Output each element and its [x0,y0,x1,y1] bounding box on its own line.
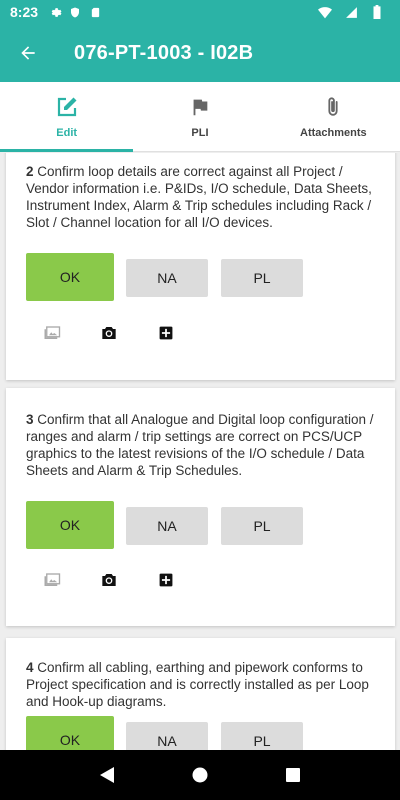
tab-edit-label: Edit [56,126,78,139]
status-bar: 8:23 [0,0,400,24]
settings-gear-icon [48,5,62,19]
nav-back-button[interactable] [92,760,122,790]
shield-icon [68,5,82,19]
camera-icon[interactable] [99,323,119,343]
gallery-icon[interactable] [42,570,62,590]
tab-attachments[interactable]: Attachments [267,82,400,151]
pl-button[interactable]: PL [221,722,303,750]
checklist-item-number: 4 [26,660,34,675]
add-note-icon[interactable] [156,323,176,343]
tab-pli[interactable]: PLI [133,82,266,151]
checklist-scroll[interactable]: 2 Confirm loop details are correct again… [0,153,400,750]
circle-home-icon [192,767,208,783]
wifi-icon [318,5,332,19]
tab-edit[interactable]: Edit [0,82,134,152]
ok-button[interactable]: OK [26,253,114,301]
checklist-item: 3 Confirm that all Analogue and Digital … [6,388,395,626]
ok-button[interactable]: OK [26,501,114,549]
pl-button[interactable]: PL [221,507,303,545]
triangle-back-icon [99,767,114,783]
na-button[interactable]: NA [126,722,208,750]
checklist-item-number: 3 [26,412,34,427]
gallery-icon[interactable] [42,323,62,343]
status-time: 8:23 [10,4,39,20]
nav-recents-button[interactable] [278,760,308,790]
checklist-item-description: Confirm that all Analogue and Digital lo… [26,412,374,478]
checklist-item-text: 3 Confirm that all Analogue and Digital … [26,411,377,479]
checklist-item: 2 Confirm loop details are correct again… [6,153,395,380]
camera-icon[interactable] [99,570,119,590]
app-bar: 076-PT-1003 - I02B [0,24,400,82]
arrow-back-icon [21,46,35,60]
tab-attachments-label: Attachments [300,126,367,139]
add-note-icon[interactable] [156,570,176,590]
back-button[interactable] [0,24,56,82]
paperclip-icon [328,96,338,116]
pl-button[interactable]: PL [221,259,303,297]
page-title: 076-PT-1003 - I02B [74,41,254,64]
signal-icon [344,5,358,19]
checklist-item-text: 4 Confirm all cabling, earthing and pipe… [26,659,377,710]
checklist-item-text: 2 Confirm loop details are correct again… [26,163,377,231]
na-button[interactable]: NA [126,507,208,545]
edit-icon [57,97,77,116]
sd-card-icon [88,5,102,19]
na-button[interactable]: NA [126,259,208,297]
checklist-item: 4 Confirm all cabling, earthing and pipe… [6,638,395,750]
checklist-item-number: 2 [26,164,34,179]
tab-bar: Edit PLI Attachments [0,82,400,152]
flag-icon [193,99,208,115]
square-recents-icon [286,768,301,782]
checklist-item-description: Confirm loop details are correct against… [26,164,372,230]
ok-button[interactable]: OK [26,716,114,750]
battery-icon [370,5,384,19]
checklist-item-description: Confirm all cabling, earthing and pipewo… [26,660,369,709]
nav-home-button[interactable] [185,760,215,790]
system-navigation-bar [0,750,400,800]
tab-pli-label: PLI [191,126,209,139]
